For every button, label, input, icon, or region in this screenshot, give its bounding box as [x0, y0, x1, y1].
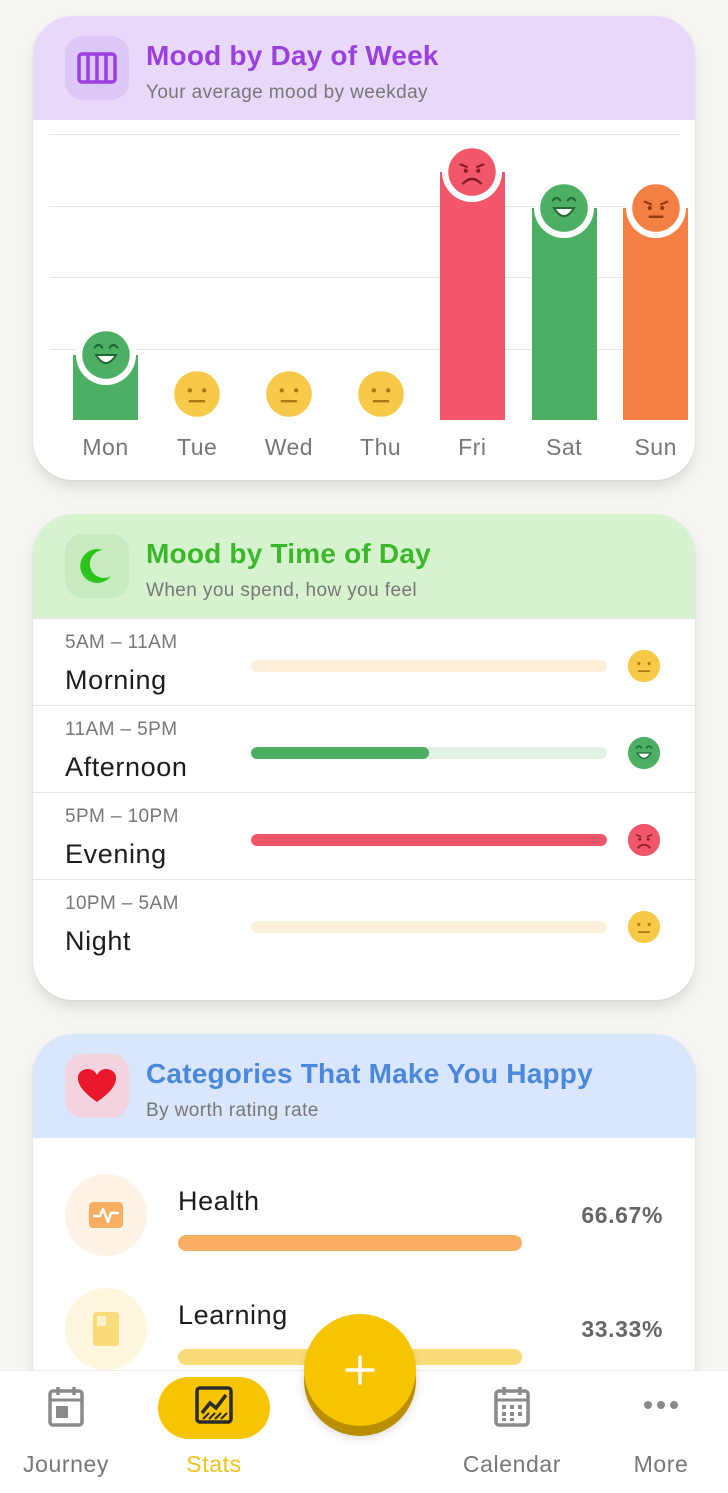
- happy-face-icon: [81, 331, 130, 379]
- bar-face-wed: [265, 370, 313, 423]
- more-dots-icon: [643, 1397, 679, 1415]
- card-header: Mood by Time of Day When you spend, how …: [33, 514, 695, 618]
- happy-face-icon: [627, 736, 661, 770]
- chart-icon: [195, 1386, 233, 1429]
- category-name: Learning: [178, 1300, 288, 1330]
- card-subtitle: By worth rating rate: [146, 1100, 319, 1121]
- nav-label: Stats: [186, 1451, 242, 1477]
- bar-face-sun: [625, 178, 686, 238]
- add-entry-button[interactable]: [304, 1314, 416, 1426]
- neutral-face-icon: [627, 649, 661, 683]
- mood-track: [251, 747, 607, 759]
- calendar-bars-icon: [65, 36, 129, 100]
- card-subtitle: When you spend, how you feel: [146, 580, 418, 601]
- mood-fill: [251, 747, 429, 759]
- sad-face-icon: [448, 148, 497, 196]
- bar-face-tue: [173, 370, 221, 423]
- bar-sun: [623, 208, 689, 420]
- bar-face-thu: [357, 370, 405, 423]
- day-label: Sun: [634, 434, 677, 460]
- happy-face-icon: [540, 184, 588, 232]
- health-pulse-icon: [65, 1174, 147, 1256]
- category-name: Health: [178, 1186, 260, 1216]
- card-title: Mood by Day of Week: [146, 40, 439, 71]
- day-label: Fri: [458, 434, 487, 460]
- mood-by-time-card: Mood by Time of Day When you spend, how …: [33, 514, 695, 1000]
- time-row-afternoon: 11AM – 5PM Afternoon: [33, 705, 695, 793]
- time-face: [627, 910, 661, 949]
- time-face: [627, 736, 661, 775]
- time-range: 5PM – 10PM: [65, 806, 179, 827]
- week-bar-chart: [50, 134, 689, 423]
- mood-track: [251, 834, 607, 846]
- sad-face-icon: [627, 823, 661, 857]
- day-label: Sat: [545, 434, 583, 460]
- neutral-face-icon: [174, 371, 220, 417]
- category-bar: [178, 1235, 522, 1251]
- category-percent: 33.33%: [581, 1316, 663, 1342]
- calendar-icon: [493, 1386, 531, 1433]
- day-label: Tue: [177, 434, 218, 460]
- journal-icon: [47, 1386, 85, 1433]
- meh-face-icon: [631, 184, 680, 232]
- card-title: Categories That Make You Happy: [146, 1058, 593, 1089]
- plus-icon: [345, 1355, 375, 1385]
- category-row-health[interactable]: Health 66.67%: [33, 1156, 695, 1266]
- time-range: 11AM – 5PM: [65, 719, 178, 740]
- time-face: [627, 649, 661, 688]
- time-face: [627, 823, 661, 862]
- time-name: Afternoon: [65, 752, 188, 782]
- nav-label: More: [633, 1451, 689, 1477]
- card-title: Mood by Time of Day: [146, 538, 431, 569]
- day-label: Wed: [264, 434, 314, 460]
- nav-item-more[interactable]: More: [596, 1371, 726, 1493]
- neutral-face-icon: [266, 371, 312, 417]
- time-range: 10PM – 5AM: [65, 893, 179, 914]
- time-row-night: 10PM – 5AM Night: [33, 879, 695, 967]
- mood-track: [251, 921, 607, 933]
- time-name: Night: [65, 926, 132, 956]
- time-name: Evening: [65, 839, 167, 869]
- bar-fri: [439, 172, 505, 420]
- heart-icon: [65, 1054, 129, 1118]
- time-name: Morning: [65, 665, 167, 695]
- day-label: Thu: [360, 434, 402, 460]
- card-subtitle: Your average mood by weekday: [146, 82, 428, 103]
- time-row-morning: 5AM – 11AM Morning: [33, 618, 695, 706]
- time-range: 5AM – 11AM: [65, 632, 178, 653]
- card-header: Categories That Make You Happy By worth …: [33, 1034, 695, 1138]
- gridline: [50, 134, 680, 135]
- mood-by-day-card: Mood by Day of Week Your average mood by…: [33, 16, 695, 480]
- day-label: Mon: [82, 434, 129, 460]
- neutral-face-icon: [627, 910, 661, 944]
- nav-label: Journey: [22, 1451, 110, 1477]
- nav-item-journey[interactable]: Journey: [1, 1371, 131, 1493]
- mood-track: [251, 660, 607, 672]
- bar-face-fri: [442, 142, 503, 202]
- bar-face-sat: [534, 178, 594, 238]
- time-row-evening: 5PM – 10PM Evening: [33, 792, 695, 880]
- book-icon: [65, 1288, 147, 1370]
- nav-item-stats[interactable]: Stats: [149, 1371, 279, 1493]
- neutral-face-icon: [357, 371, 404, 417]
- category-percent: 66.67%: [581, 1202, 663, 1228]
- nav-item-calendar[interactable]: Calendar: [447, 1371, 577, 1493]
- mood-fill: [251, 834, 607, 846]
- bar-sat: [531, 208, 597, 420]
- bar-face-mon: [75, 325, 136, 385]
- card-header: Mood by Day of Week Your average mood by…: [33, 16, 695, 120]
- moon-icon: [65, 534, 129, 598]
- nav-label: Calendar: [462, 1451, 562, 1477]
